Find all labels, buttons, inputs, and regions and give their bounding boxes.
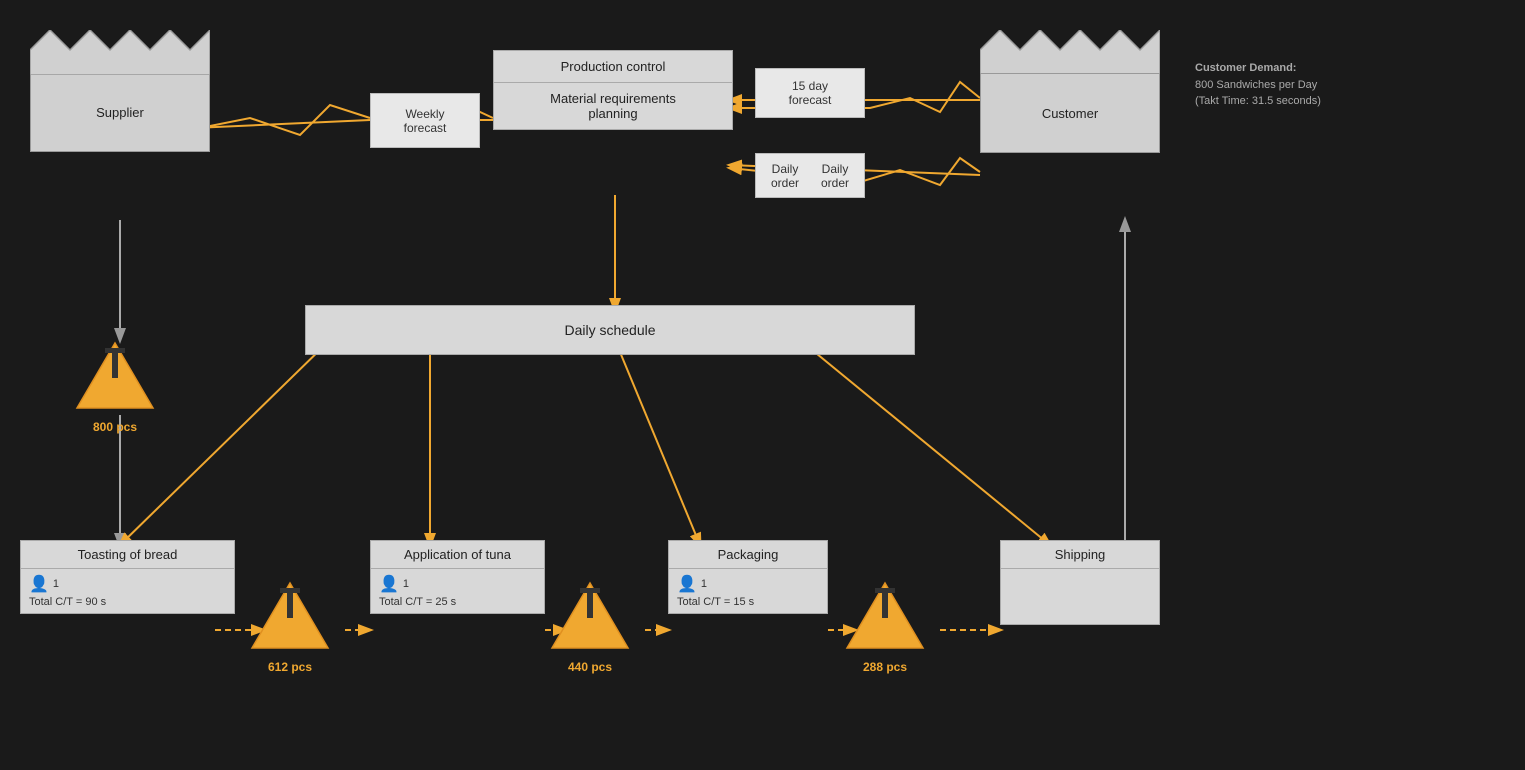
inventory-288: 288 pcs [845,575,925,674]
packaging-workers: 1 [701,578,707,590]
daily-schedule-label: Daily schedule [564,322,655,338]
packaging-process: Packaging 👤 1 Total C/T = 15 s [668,540,828,614]
application-process: Application of tuna 👤 1 Total C/T = 25 s [370,540,545,614]
weekly-forecast-box: Weekly forecast [370,93,480,148]
toasting-worker-icon: 👤 [29,574,49,594]
customer-factory: Customer [980,30,1160,153]
inventory-612: 612 pcs [250,575,330,674]
customer-demand-line2: (Takt Time: 31.5 seconds) [1195,93,1321,110]
daily-order-box: Daily orderDaily order [755,153,865,198]
customer-demand-line1: 800 Sandwiches per Day [1195,77,1321,94]
shipping-bottom [1001,569,1159,624]
inventory-440-label: 440 pcs [568,660,612,674]
application-cycle-time: Total C/T = 25 s [379,596,536,608]
application-worker-icon: 👤 [379,574,399,594]
supplier-label: Supplier [30,72,210,152]
weekly-forecast-label: Weekly forecast [404,107,447,135]
inventory-288-label: 288 pcs [863,660,907,674]
customer-demand-box: Customer Demand: 800 Sandwiches per Day … [1195,60,1321,110]
shipping-title: Shipping [1001,541,1159,569]
prod-control-subtitle: Material requirementsplanning [494,83,732,129]
shipping-process: Shipping [1000,540,1160,625]
application-bottom: 👤 1 Total C/T = 25 s [371,569,544,613]
inventory-440: 440 pcs [550,575,630,674]
fifteen-day-label: 15 day forecast [789,79,832,107]
toasting-workers: 1 [53,578,59,590]
inventory-800-label: 800 pcs [93,420,137,434]
fifteen-day-box: 15 day forecast [755,68,865,118]
production-control-box: Production control Material requirements… [493,50,733,130]
packaging-cycle-time: Total C/T = 15 s [677,596,819,608]
supplier-factory: Supplier [30,30,210,152]
application-title: Application of tuna [371,541,544,569]
toasting-bottom: 👤 1 Total C/T = 90 s [21,569,234,613]
customer-label: Customer [980,73,1160,153]
inventory-612-label: 612 pcs [268,660,312,674]
toasting-cycle-time: Total C/T = 90 s [29,596,226,608]
daily-order-label: Daily order [760,162,810,190]
inventory-800: 800 pcs [75,335,155,434]
packaging-title: Packaging [669,541,827,569]
prod-control-title: Production control [494,51,732,83]
toasting-process: Toasting of bread 👤 1 Total C/T = 90 s [20,540,235,614]
customer-demand-title: Customer Demand: [1195,62,1296,74]
packaging-bottom: 👤 1 Total C/T = 15 s [669,569,827,613]
application-workers: 1 [403,578,409,590]
daily-schedule-box: Daily schedule [305,305,915,355]
toasting-title: Toasting of bread [21,541,234,569]
packaging-worker-icon: 👤 [677,574,697,594]
